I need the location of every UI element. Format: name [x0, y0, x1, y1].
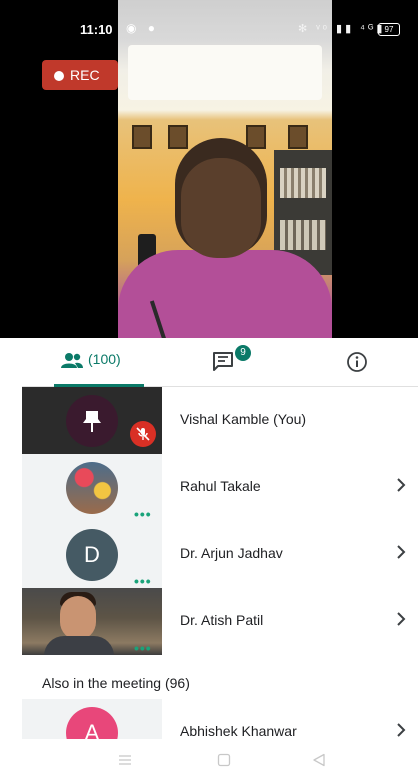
participant-name: Rahul Takale	[180, 478, 261, 494]
status-bar: 11:10 ◉ ● ✻ ᵛᵒ ▮▮ ⁴ᴳ▮ 97	[0, 18, 418, 40]
people-icon	[60, 352, 84, 368]
chevron-right-icon[interactable]	[396, 478, 406, 497]
menu-nav-icon[interactable]	[118, 753, 132, 772]
tab-people[interactable]: (100)	[40, 338, 144, 387]
record-dot-icon	[54, 71, 64, 81]
status-time: 11:10	[80, 22, 113, 37]
home-nav-icon[interactable]	[217, 753, 231, 772]
mic-off-icon	[136, 427, 150, 441]
more-dots-icon: •••	[134, 573, 152, 588]
chevron-right-icon[interactable]	[396, 723, 406, 739]
participant-name: Vishal Kamble (You)	[180, 411, 307, 427]
participant-tile	[22, 387, 162, 454]
self-avatar	[66, 395, 118, 447]
chevron-right-icon[interactable]	[396, 612, 406, 631]
people-panel: (100) 9 Vishal Kamble (You) ••• Rahul Ta…	[22, 338, 418, 783]
participant-tile: A	[22, 699, 162, 739]
profile-photo-avatar	[66, 462, 118, 514]
participant-list: Vishal Kamble (You) ••• Rahul Takale D •…	[22, 387, 418, 739]
participant-row[interactable]: ••• Rahul Takale	[22, 454, 418, 521]
battery-icon: 97	[378, 23, 400, 36]
person-body	[118, 250, 332, 338]
also-in-meeting-header: Also in the meeting (96)	[42, 675, 190, 691]
chat-icon	[212, 351, 234, 371]
chat-unread-badge: 9	[235, 345, 251, 361]
people-count: (100)	[88, 351, 121, 367]
tab-people-content: (100)	[60, 351, 121, 368]
video-area: 11:10 ◉ ● ✻ ᵛᵒ ▮▮ ⁴ᴳ▮ 97 REC	[0, 0, 418, 338]
participant-tile: D •••	[22, 521, 162, 588]
main-video-feed[interactable]	[118, 0, 332, 338]
panel-tabs: (100) 9	[22, 338, 418, 387]
participant-video-tile: •••	[22, 588, 162, 655]
participant-name: Dr. Atish Patil	[180, 612, 264, 628]
pin-icon	[83, 411, 101, 432]
participant-tile: •••	[22, 454, 162, 521]
participant-row[interactable]: ••• Dr. Atish Patil	[22, 588, 418, 655]
recording-label: REC	[70, 67, 100, 83]
notification-icons: ◉ ●	[126, 21, 160, 35]
participant-row[interactable]: Vishal Kamble (You)	[22, 387, 418, 454]
video-person-face	[60, 596, 96, 640]
wall-frame	[246, 125, 266, 149]
more-dots-icon: •••	[134, 640, 152, 655]
muted-badge	[130, 421, 156, 447]
background-light	[128, 45, 322, 100]
participant-name: Dr. Arjun Jadhav	[180, 545, 283, 561]
person-face	[181, 158, 261, 258]
system-nav-bar	[22, 741, 418, 783]
signal-icons: ✻ ᵛᵒ ▮▮ ⁴ᴳ▮	[298, 23, 386, 35]
initial-avatar: A	[66, 707, 118, 739]
video-person-shirt	[44, 636, 114, 655]
wall-frame	[132, 125, 152, 149]
info-icon	[346, 351, 368, 373]
participant-row[interactable]: A Abhishek Khanwar	[22, 699, 418, 739]
wall-frame	[288, 125, 308, 149]
chevron-right-icon[interactable]	[396, 545, 406, 564]
initial-avatar: D	[66, 529, 118, 581]
participant-name: Abhishek Khanwar	[180, 723, 297, 739]
more-dots-icon: •••	[134, 506, 152, 521]
participant-row[interactable]: D ••• Dr. Arjun Jadhav	[22, 521, 418, 588]
back-nav-icon[interactable]	[312, 753, 326, 772]
wall-frame	[168, 125, 188, 149]
recording-badge: REC	[42, 60, 118, 90]
tab-info[interactable]	[342, 338, 382, 386]
